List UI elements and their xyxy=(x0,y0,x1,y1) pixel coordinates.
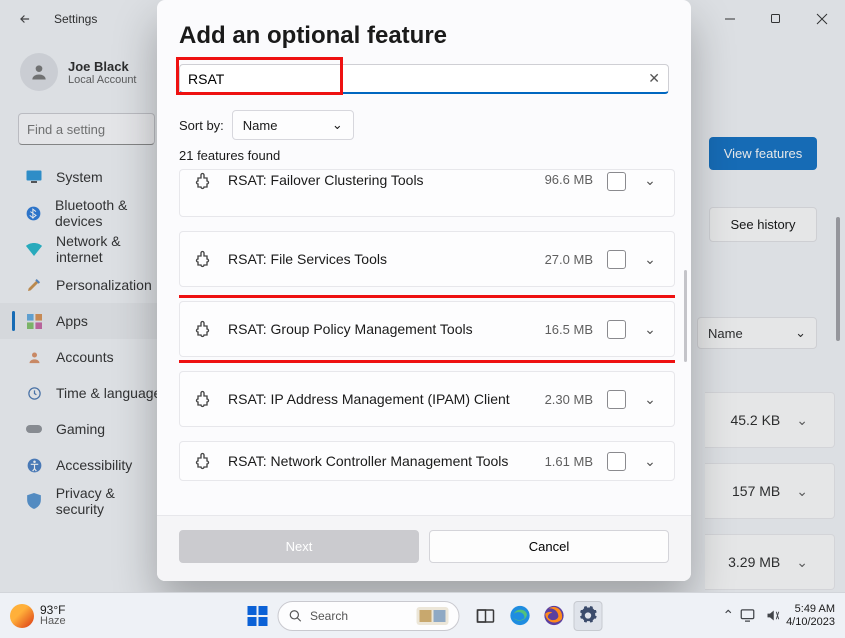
taskbar-weather[interactable]: 93°F Haze xyxy=(0,604,66,628)
sort-by-label: Sort by: xyxy=(179,118,224,133)
extension-icon xyxy=(194,250,214,268)
feature-row[interactable]: RSAT: Failover Clustering Tools 96.6 MB … xyxy=(179,169,675,217)
taskbar: 93°F Haze Search ⌃ 5:49 AM 4/10 xyxy=(0,592,845,638)
next-button[interactable]: Next xyxy=(179,530,419,563)
chevron-down-icon[interactable]: ⌄ xyxy=(640,321,660,338)
feature-checkbox[interactable] xyxy=(607,452,626,471)
modal-footer: Next Cancel xyxy=(157,515,691,581)
chevron-down-icon[interactable]: ⌄ xyxy=(640,251,660,268)
system-tray: ⌃ 5:49 AM 4/10/2023 xyxy=(722,603,845,629)
taskbar-clock[interactable]: 5:49 AM 4/10/2023 xyxy=(786,603,835,629)
weather-icon xyxy=(10,604,34,628)
extension-icon xyxy=(194,452,214,470)
network-tray-icon[interactable] xyxy=(740,608,755,623)
weather-desc: Haze xyxy=(40,616,66,627)
feature-name: RSAT: Group Policy Management Tools xyxy=(228,321,517,337)
taskbar-center: Search xyxy=(243,601,602,631)
feature-row[interactable]: RSAT: Group Policy Management Tools 16.5… xyxy=(179,301,675,357)
volume-tray-icon[interactable] xyxy=(765,608,780,623)
extension-icon xyxy=(194,390,214,408)
add-feature-modal: Add an optional feature ✕ Sort by: Name … xyxy=(157,0,691,581)
chevron-down-icon[interactable]: ⌄ xyxy=(640,391,660,408)
search-field[interactable] xyxy=(188,71,648,87)
taskbar-app-settings[interactable] xyxy=(573,601,602,631)
feature-checkbox[interactable] xyxy=(607,250,626,269)
feature-list: RSAT: Failover Clustering Tools 96.6 MB … xyxy=(179,169,675,481)
feature-search-input[interactable]: ✕ xyxy=(179,64,669,94)
feature-name: RSAT: Network Controller Management Tool… xyxy=(228,453,517,469)
taskbar-app-firefox[interactable] xyxy=(539,601,568,631)
clear-icon[interactable]: ✕ xyxy=(648,70,660,87)
feature-checkbox[interactable] xyxy=(607,172,626,191)
results-count: 21 features found xyxy=(157,142,691,167)
feature-checkbox[interactable] xyxy=(607,320,626,339)
task-view-button[interactable] xyxy=(471,601,500,631)
feature-checkbox[interactable] xyxy=(607,390,626,409)
extension-icon xyxy=(194,320,214,338)
feature-size: 27.0 MB xyxy=(531,252,593,267)
start-button[interactable] xyxy=(243,602,271,630)
modal-scrollbar-thumb[interactable] xyxy=(684,270,687,362)
search-icon xyxy=(288,609,302,623)
feature-name: RSAT: File Services Tools xyxy=(228,251,517,267)
feature-size: 1.61 MB xyxy=(531,454,593,469)
extension-icon xyxy=(194,172,214,190)
feature-name: RSAT: Failover Clustering Tools xyxy=(228,172,517,188)
chevron-down-icon[interactable]: ⌄ xyxy=(640,453,660,470)
taskbar-app-edge[interactable] xyxy=(505,601,534,631)
feature-size: 2.30 MB xyxy=(531,392,593,407)
feature-size: 16.5 MB xyxy=(531,322,593,337)
modal-title: Add an optional feature xyxy=(157,0,691,56)
feature-row[interactable]: RSAT: IP Address Management (IPAM) Clien… xyxy=(179,371,675,427)
chevron-down-icon: ⌄ xyxy=(332,117,343,133)
feature-row[interactable]: RSAT: File Services Tools 27.0 MB ⌄ xyxy=(179,231,675,287)
sort-select[interactable]: Name ⌄ xyxy=(232,110,354,140)
search-highlight-icon xyxy=(416,607,448,625)
taskbar-search[interactable]: Search xyxy=(277,601,459,631)
tray-chevron-icon[interactable]: ⌃ xyxy=(722,607,734,624)
feature-size: 96.6 MB xyxy=(531,172,593,187)
chevron-down-icon[interactable]: ⌄ xyxy=(640,172,660,189)
feature-row[interactable]: RSAT: Network Controller Management Tool… xyxy=(179,441,675,481)
cancel-button[interactable]: Cancel xyxy=(429,530,669,563)
feature-name: RSAT: IP Address Management (IPAM) Clien… xyxy=(228,391,517,407)
